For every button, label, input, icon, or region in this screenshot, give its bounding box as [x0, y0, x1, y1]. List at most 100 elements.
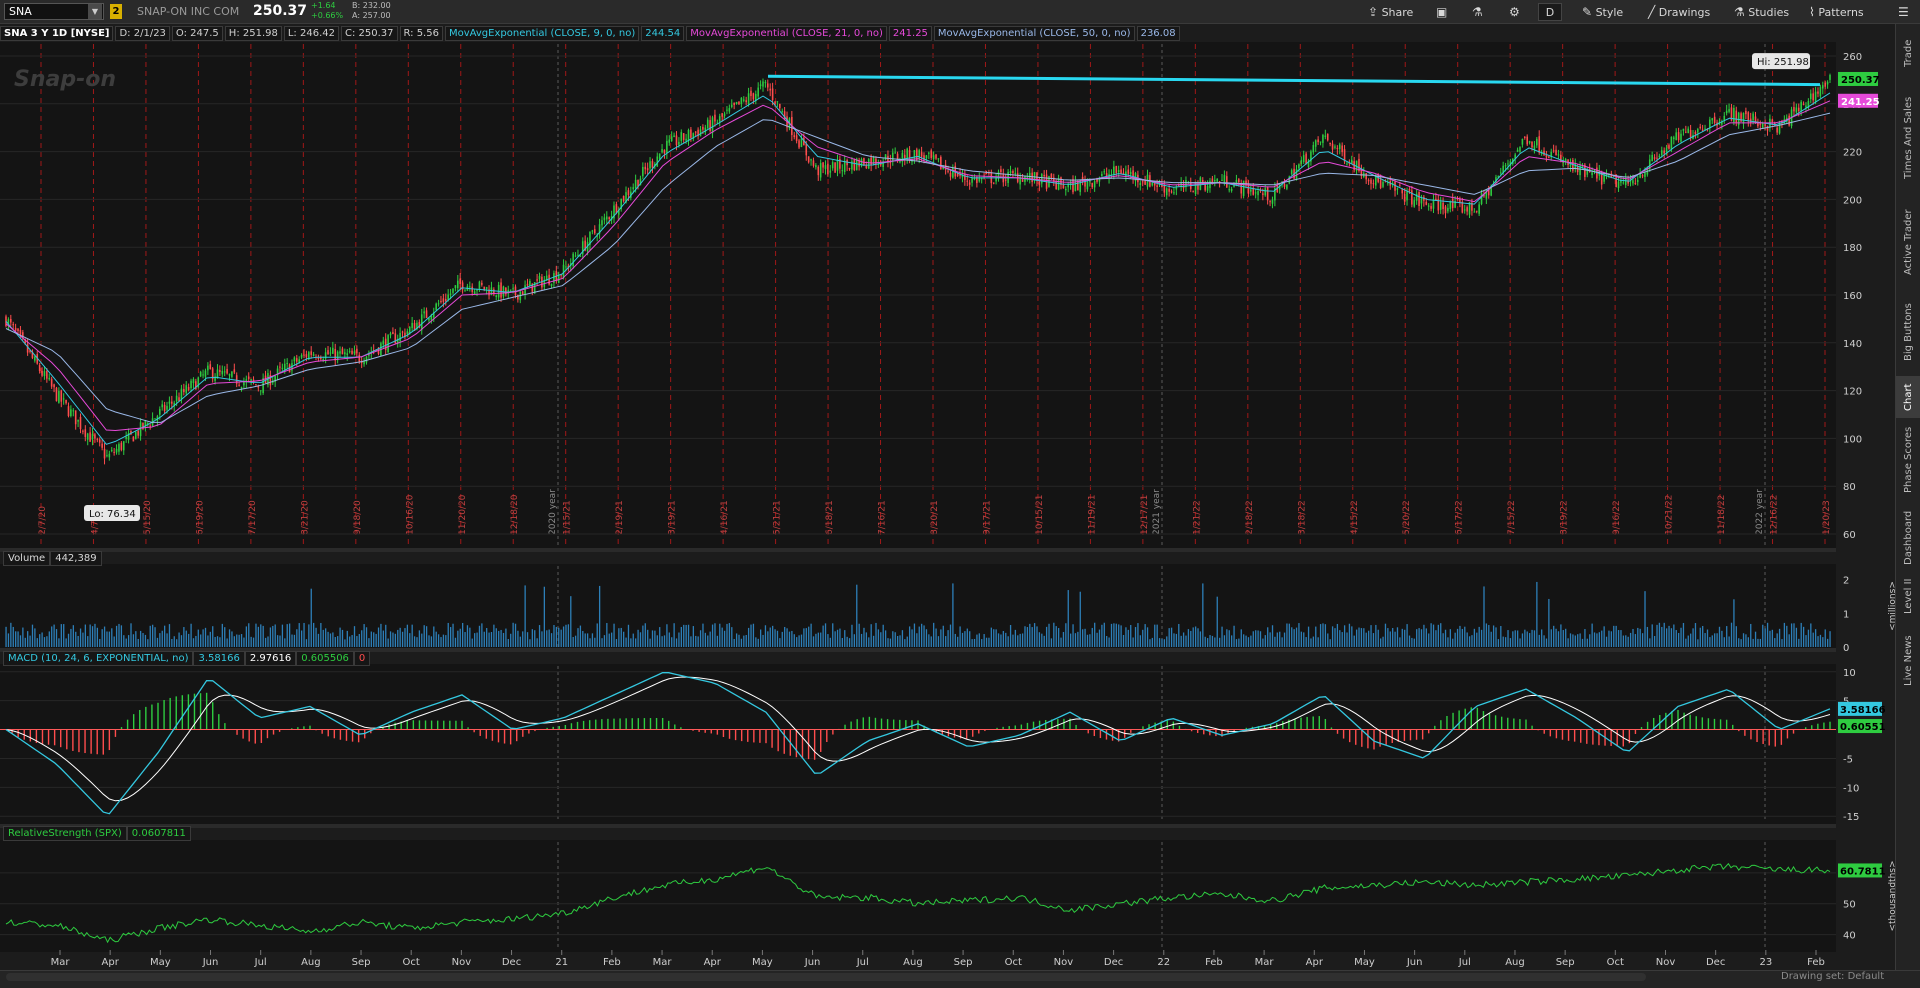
volume-bar [1625, 635, 1627, 647]
side-tab-active-trader[interactable]: Active Trader [1896, 202, 1920, 282]
volume-bar [786, 628, 788, 647]
candle-body [1427, 205, 1430, 207]
x-axis-label: Sep [1556, 957, 1575, 968]
rs-label[interactable]: RelativeStrength (SPX) [3, 826, 127, 841]
volume-bar [500, 629, 502, 647]
candle-body [461, 282, 464, 290]
volume-bar [1704, 633, 1706, 647]
macd-histogram-bar [1701, 717, 1704, 730]
candle-body [1687, 128, 1690, 134]
event-date-label: 3/18/22 [1297, 500, 1307, 535]
candle-body [113, 451, 115, 453]
volume-bar [1269, 632, 1271, 647]
side-tab-dashboard[interactable]: Dashboard [1896, 508, 1920, 568]
volume-bar [264, 637, 267, 647]
macd-histogram-bar [1452, 712, 1454, 730]
candle-body [389, 333, 392, 336]
price-tick-label: 160 [1843, 291, 1862, 302]
x-axis-label: Apr [704, 957, 722, 968]
horizontal-scrollbar[interactable] [6, 973, 1646, 981]
volume-bar [428, 635, 430, 647]
candle-body [819, 163, 822, 178]
side-tab-big-buttons[interactable]: Big Buttons [1896, 290, 1920, 374]
side-tab-trade[interactable]: Trade [1896, 28, 1920, 78]
volume-bar [1235, 639, 1238, 647]
macd-histogram-bar [862, 717, 864, 730]
macd-histogram-bar [205, 692, 208, 730]
volume-bar [945, 636, 947, 647]
candle-body [605, 216, 608, 220]
candle-body [1120, 169, 1122, 174]
volume-bar [214, 636, 216, 647]
candle-body [776, 101, 779, 103]
side-tab-level-ii[interactable]: Level II [1896, 572, 1920, 620]
volume-bar [1569, 633, 1572, 647]
candle-body [694, 131, 697, 133]
volume-bar [1601, 630, 1603, 647]
candle-body [1572, 159, 1574, 171]
side-tab-chart[interactable]: Chart [1896, 376, 1920, 418]
volume-bar [1649, 638, 1651, 647]
volume-bar [858, 623, 860, 647]
volume-bar [1690, 633, 1692, 647]
volume-bar [1033, 623, 1036, 647]
candle-body [329, 352, 332, 354]
candle-body [1031, 172, 1033, 183]
candle-body [1439, 201, 1442, 210]
volume-bar [1144, 624, 1146, 647]
macd-histogram-bar [199, 693, 202, 730]
candle-body [1449, 201, 1452, 209]
volume-bar [190, 623, 192, 647]
volume-bar [1553, 625, 1555, 647]
macd-histogram-bar [1549, 729, 1552, 737]
macd-tick-label: -15 [1843, 812, 1859, 823]
rs-tick-label: 50 [1843, 900, 1856, 911]
event-date-label: 11/20/20 [458, 494, 468, 535]
rs-unit-label: <thousandths> [1888, 860, 1895, 931]
macd-histogram-bar [880, 718, 883, 730]
macd-histogram-bar [734, 729, 737, 741]
macd-histogram-bar [710, 729, 712, 734]
side-tab-live-news[interactable]: Live News [1896, 624, 1920, 698]
volume-bar [1480, 629, 1483, 647]
volume-bar [1103, 622, 1105, 647]
candle-body [137, 430, 139, 436]
volume-bar [632, 633, 634, 647]
menu-button[interactable]: ☰ [1892, 3, 1915, 21]
volume-bar [183, 627, 185, 647]
side-tab-phase-scores[interactable]: Phase Scores [1896, 420, 1920, 500]
volume-bar [149, 625, 151, 647]
volume-bar [478, 625, 481, 647]
candle-body [339, 351, 341, 354]
macd-histogram-bar [1355, 729, 1357, 745]
volume-bar [1793, 623, 1795, 647]
side-tab-times-and-sales[interactable]: Times And Sales [1896, 82, 1920, 194]
candle-body [1480, 193, 1483, 205]
macd-histogram-bar [765, 729, 767, 744]
volume-bar [173, 636, 175, 647]
volume-bar [106, 631, 108, 647]
pane-separator [0, 824, 1836, 828]
candle-body [1305, 153, 1307, 165]
volume-bar [913, 623, 916, 647]
volume-bar [1060, 637, 1062, 647]
macd-label[interactable]: MACD (10, 24, 6, EXPONENTIAL, no) [3, 651, 194, 666]
candle-body [764, 82, 767, 84]
volume-bar [231, 631, 233, 647]
volume-bar [1738, 638, 1740, 647]
candle-body [526, 283, 529, 286]
volume-bar [94, 623, 96, 647]
candle-body [1002, 174, 1005, 183]
macd-histogram-bar [1026, 722, 1029, 730]
drawing-set-label[interactable]: Drawing set: Default [1781, 971, 1884, 982]
candle-body [817, 166, 820, 176]
chart-canvas[interactable]: 2/7/204/7/205/15/206/19/207/17/208/21/20… [0, 0, 1895, 970]
volume-bar [779, 638, 781, 647]
volume-bar [1637, 627, 1639, 647]
volume-label[interactable]: Volume [3, 551, 51, 566]
candle-body [279, 366, 281, 368]
candle-body [392, 332, 394, 335]
x-axis-label: Feb [1807, 957, 1825, 968]
candle-body [1745, 110, 1747, 115]
year-marker-label: 2022 year [1755, 489, 1765, 535]
